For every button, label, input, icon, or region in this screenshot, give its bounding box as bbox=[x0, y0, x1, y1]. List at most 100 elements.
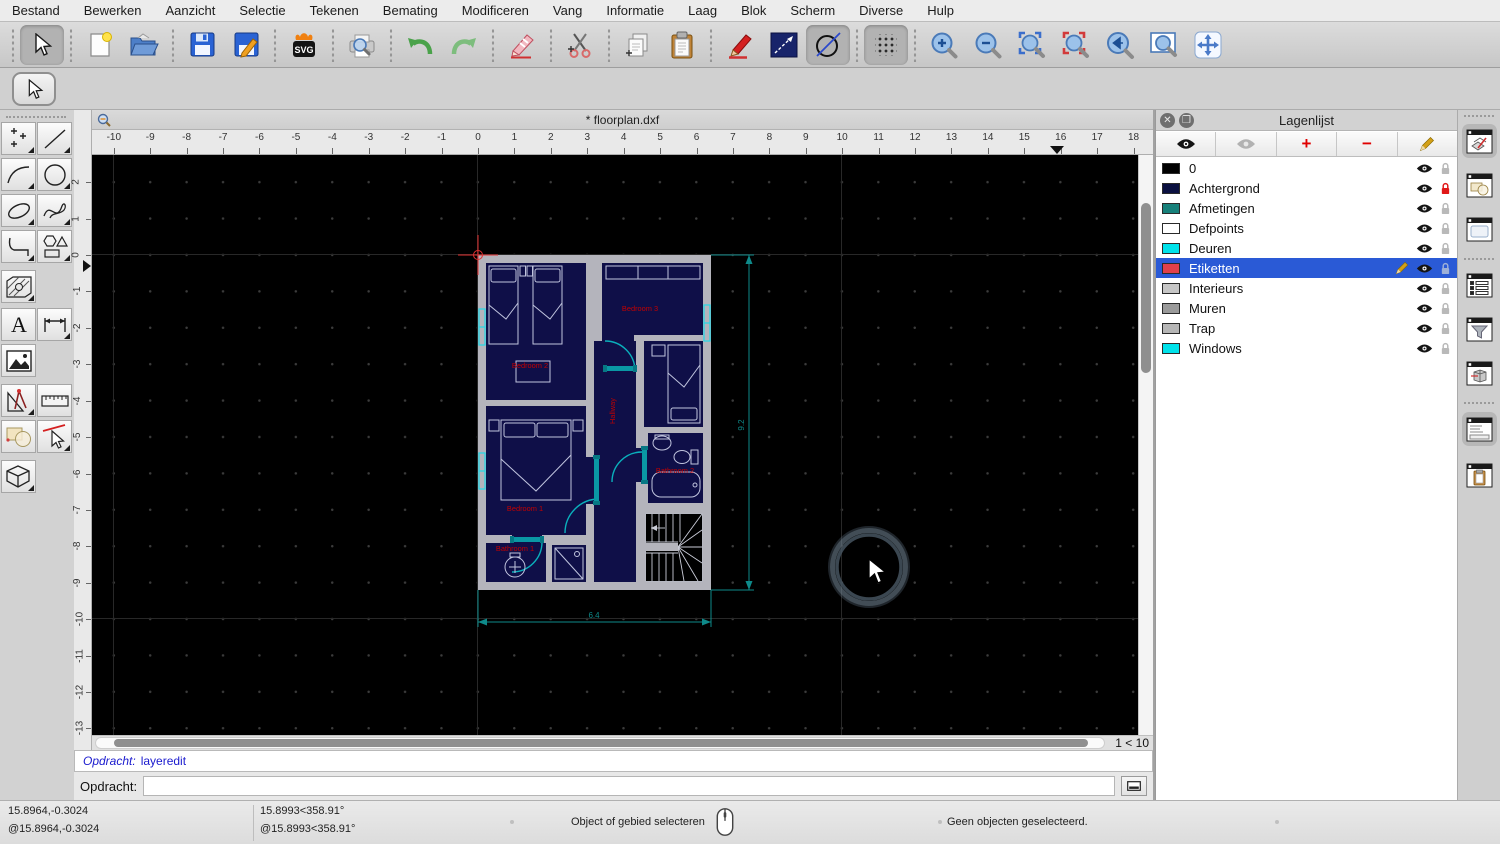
dock-handle[interactable] bbox=[1464, 115, 1494, 117]
spline-tool[interactable] bbox=[37, 194, 72, 227]
layer-row-Trap[interactable]: Trap bbox=[1156, 318, 1457, 338]
undo-button[interactable] bbox=[398, 25, 442, 65]
pan-button[interactable] bbox=[1186, 25, 1230, 65]
layer-color-swatch[interactable] bbox=[1162, 302, 1180, 314]
close-panel-button[interactable]: ✕ bbox=[1160, 113, 1175, 128]
layer-lock-icon[interactable] bbox=[1440, 182, 1451, 195]
layer-lock-icon[interactable] bbox=[1440, 262, 1451, 275]
layer-visible-eye-icon[interactable] bbox=[1416, 343, 1433, 354]
layer-lock-icon[interactable] bbox=[1440, 282, 1451, 295]
circle-tool[interactable] bbox=[37, 158, 72, 191]
cut-button[interactable] bbox=[558, 25, 602, 65]
menu-item-modificeren[interactable]: Modificeren bbox=[462, 3, 529, 18]
menu-item-bestand[interactable]: Bestand bbox=[12, 3, 60, 18]
menu-item-bewerken[interactable]: Bewerken bbox=[84, 3, 142, 18]
layer-edit-pencil-icon[interactable] bbox=[1395, 261, 1409, 275]
menu-item-vang[interactable]: Vang bbox=[553, 3, 582, 18]
layer-visible-eye-icon[interactable] bbox=[1416, 263, 1433, 274]
horizontal-scrollbar-thumb[interactable] bbox=[114, 739, 1088, 747]
shapes-tool[interactable] bbox=[37, 230, 72, 263]
layer-color-swatch[interactable] bbox=[1162, 182, 1180, 194]
copy-button[interactable] bbox=[616, 25, 660, 65]
view-dock-button[interactable] bbox=[1462, 212, 1497, 246]
layer-visible-eye-icon[interactable] bbox=[1416, 303, 1433, 314]
circle-tool-button[interactable] bbox=[806, 24, 850, 65]
filter-dock-button[interactable] bbox=[1462, 312, 1497, 346]
hide-all-layers-button[interactable] bbox=[1216, 132, 1277, 156]
solid-3d-tool[interactable] bbox=[1, 460, 36, 493]
block-list-dock-button[interactable] bbox=[1462, 168, 1497, 202]
show-all-layers-button[interactable] bbox=[1156, 132, 1217, 156]
layer-visible-eye-icon[interactable] bbox=[1416, 203, 1433, 214]
menu-item-aanzicht[interactable]: Aanzicht bbox=[166, 3, 216, 18]
grid-toggle-button[interactable] bbox=[864, 24, 908, 65]
layer-list-dock-button[interactable] bbox=[1462, 124, 1497, 158]
command-input[interactable] bbox=[143, 776, 1115, 796]
pen-edit-button[interactable] bbox=[718, 25, 762, 65]
layer-visible-eye-icon[interactable] bbox=[1416, 323, 1433, 334]
layer-lock-icon[interactable] bbox=[1440, 202, 1451, 215]
menu-item-informatie[interactable]: Informatie bbox=[606, 3, 664, 18]
layer-row-Muren[interactable]: Muren bbox=[1156, 298, 1457, 318]
zoom-previous-button[interactable] bbox=[1098, 25, 1142, 65]
select-tool-button[interactable] bbox=[20, 24, 64, 65]
menu-item-tekenen[interactable]: Tekenen bbox=[310, 3, 359, 18]
modify-tools[interactable] bbox=[37, 420, 72, 453]
ellipse-tool[interactable] bbox=[1, 194, 36, 227]
layer-color-swatch[interactable] bbox=[1162, 262, 1180, 274]
layer-color-swatch[interactable] bbox=[1162, 202, 1180, 214]
save-as-button[interactable] bbox=[224, 25, 268, 65]
command-options-button[interactable] bbox=[1121, 776, 1147, 796]
menu-item-bemating[interactable]: Bemating bbox=[383, 3, 438, 18]
arc-tool[interactable] bbox=[1, 158, 36, 191]
add-layer-button[interactable]: + bbox=[1276, 132, 1338, 156]
drawing-canvas[interactable]: Bedroom 2 Bedroom 3 Bedroom 1 Bathroom 1… bbox=[92, 155, 1138, 735]
drawing-window-titlebar[interactable]: * floorplan.dxf bbox=[92, 110, 1153, 130]
save-button[interactable] bbox=[180, 25, 224, 65]
edit-layer-button[interactable] bbox=[1397, 132, 1458, 156]
layer-color-swatch[interactable] bbox=[1162, 222, 1180, 234]
menu-item-hulp[interactable]: Hulp bbox=[927, 3, 954, 18]
palette-handle[interactable] bbox=[6, 116, 66, 118]
layer-row-Afmetingen[interactable]: Afmetingen bbox=[1156, 198, 1457, 218]
menu-item-laag[interactable]: Laag bbox=[688, 3, 717, 18]
layer-row-Deuren[interactable]: Deuren bbox=[1156, 238, 1457, 258]
library-dock-button[interactable] bbox=[1462, 356, 1497, 390]
horizontal-scrollbar[interactable] bbox=[95, 737, 1105, 749]
layer-row-Achtergrond[interactable]: Achtergrond bbox=[1156, 178, 1457, 198]
undock-panel-button[interactable]: ❐ bbox=[1179, 113, 1194, 128]
layer-visible-eye-icon[interactable] bbox=[1416, 243, 1433, 254]
layer-visible-eye-icon[interactable] bbox=[1416, 223, 1433, 234]
paste-button[interactable] bbox=[660, 25, 704, 65]
delete-button[interactable] bbox=[500, 25, 544, 65]
layer-row-Windows[interactable]: Windows bbox=[1156, 338, 1457, 358]
polyline-tool[interactable] bbox=[1, 230, 36, 263]
clipboard-dock-button[interactable] bbox=[1462, 458, 1497, 492]
layer-color-swatch[interactable] bbox=[1162, 342, 1180, 354]
print-preview-button[interactable] bbox=[340, 25, 384, 65]
points-tool[interactable] bbox=[1, 122, 36, 155]
property-list-dock-button[interactable] bbox=[1462, 268, 1497, 302]
layer-lock-icon[interactable] bbox=[1440, 162, 1451, 175]
draw-misc-tool[interactable] bbox=[1, 384, 36, 417]
selection-mode-button[interactable] bbox=[12, 72, 56, 106]
zoom-in-button[interactable] bbox=[922, 25, 966, 65]
layer-visible-eye-icon[interactable] bbox=[1416, 163, 1433, 174]
menu-item-diverse[interactable]: Diverse bbox=[859, 3, 903, 18]
svg-export-button[interactable]: SVG bbox=[282, 25, 326, 65]
zoom-auto-button[interactable] bbox=[1010, 25, 1054, 65]
text-tool[interactable]: A bbox=[1, 308, 36, 341]
layer-row-Interieurs[interactable]: Interieurs bbox=[1156, 278, 1457, 298]
layer-color-swatch[interactable] bbox=[1162, 282, 1180, 294]
layer-row-0[interactable]: 0 bbox=[1156, 158, 1457, 178]
zoom-selection-button[interactable] bbox=[1054, 25, 1098, 65]
layer-lock-icon[interactable] bbox=[1440, 322, 1451, 335]
layer-color-swatch[interactable] bbox=[1162, 162, 1180, 174]
line-tool[interactable] bbox=[37, 122, 72, 155]
dimension-tool[interactable] bbox=[37, 308, 72, 341]
layer-lock-icon[interactable] bbox=[1440, 302, 1451, 315]
layer-lock-icon[interactable] bbox=[1440, 242, 1451, 255]
redo-button[interactable] bbox=[442, 25, 486, 65]
open-file-button[interactable] bbox=[122, 25, 166, 65]
layer-visible-eye-icon[interactable] bbox=[1416, 283, 1433, 294]
